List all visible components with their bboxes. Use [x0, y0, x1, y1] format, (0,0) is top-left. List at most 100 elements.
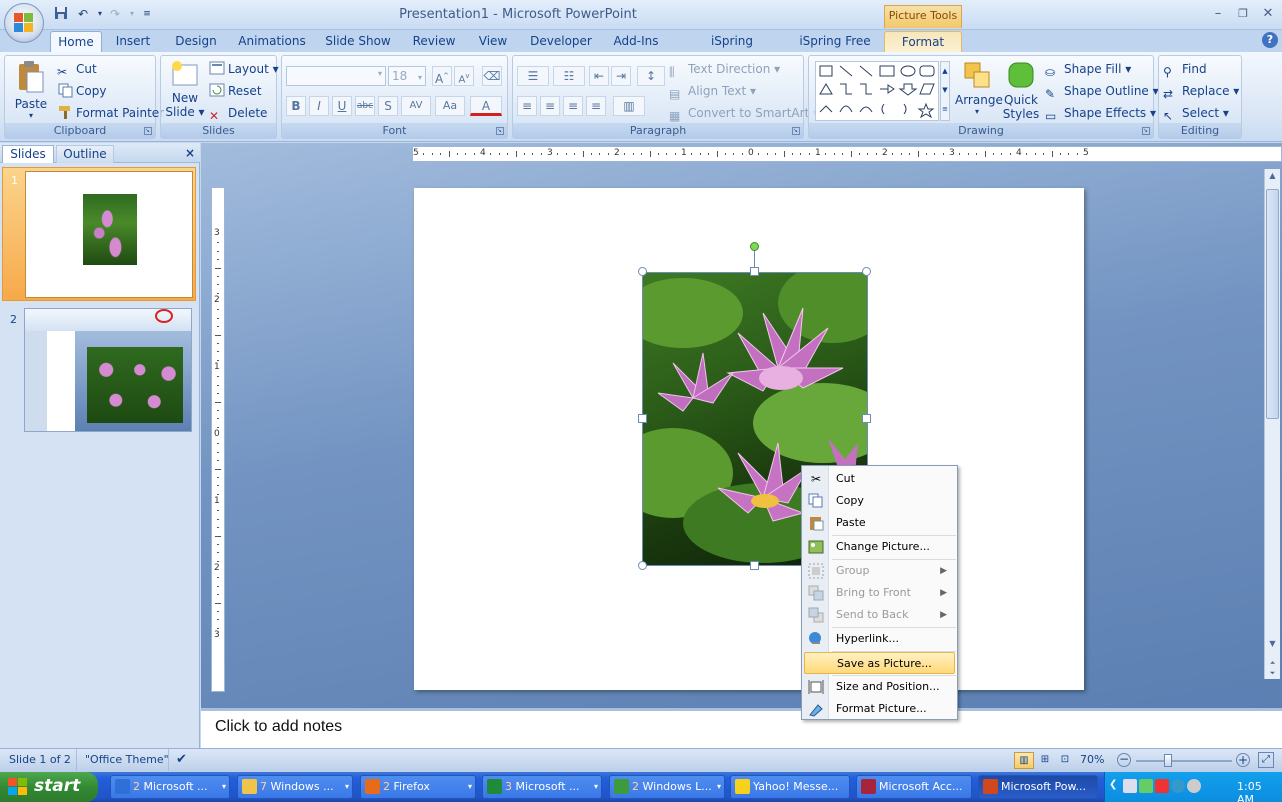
- zoom-slider[interactable]: [1136, 760, 1232, 762]
- slide-show-icon[interactable]: ⊡: [1056, 752, 1074, 769]
- taskbar-button[interactable]: 3 Microsoft ... ▾: [482, 775, 602, 799]
- resize-handle[interactable]: [862, 414, 871, 423]
- shadow-button[interactable]: S: [378, 96, 398, 116]
- drawing-launcher-icon[interactable]: ↘: [1142, 127, 1150, 135]
- columns-button[interactable]: ▥: [613, 96, 645, 116]
- resize-handle[interactable]: [638, 267, 647, 276]
- delete-button[interactable]: ✕ Delete: [209, 103, 267, 123]
- taskbar-button[interactable]: Microsoft Acc...: [856, 775, 972, 799]
- menu-item-copy[interactable]: Copy: [804, 490, 955, 512]
- close-pane-icon[interactable]: ×: [184, 145, 196, 163]
- text-direction-button[interactable]: ⫼ Text Direction ▾: [669, 59, 780, 79]
- theme-name[interactable]: "Office Theme": [85, 753, 169, 766]
- tray-expand-icon[interactable]: ❮: [1109, 779, 1117, 790]
- shape-effects-button[interactable]: ▭ Shape Effects ▾: [1045, 103, 1156, 123]
- line-spacing-button[interactable]: ↕: [637, 66, 665, 86]
- vertical-scrollbar[interactable]: ▲ ▼ ⏶ ⏷: [1264, 169, 1280, 679]
- format-painter-button[interactable]: Format Painter: [57, 103, 164, 123]
- tab-add-ins[interactable]: Add-Ins: [608, 31, 664, 52]
- start-button[interactable]: start: [0, 772, 98, 802]
- taskbar-button[interactable]: Microsoft Pow...: [978, 775, 1098, 799]
- new-slide-button[interactable]: New Slide ▾: [165, 60, 205, 122]
- clock[interactable]: 1:05 AM: [1237, 780, 1282, 802]
- previous-slide-icon[interactable]: ⏶: [1266, 659, 1279, 669]
- resize-handle[interactable]: [750, 267, 759, 276]
- normal-view-icon[interactable]: ▥: [1014, 752, 1034, 769]
- reset-button[interactable]: Reset: [209, 81, 262, 101]
- tab-ispring-free[interactable]: iSpring Free: [798, 31, 872, 52]
- layout-button[interactable]: Layout ▾: [209, 59, 279, 79]
- antivirus-icon[interactable]: [1155, 779, 1169, 793]
- menu-item-paste[interactable]: Paste: [804, 512, 955, 534]
- font-size-select[interactable]: 18 ▾: [388, 66, 426, 86]
- resize-handle[interactable]: [638, 414, 647, 423]
- tab-review[interactable]: Review: [408, 31, 460, 52]
- zoom-in-icon[interactable]: +: [1236, 753, 1250, 767]
- find-button[interactable]: ⚲ Find: [1163, 59, 1207, 79]
- vertical-ruler[interactable]: 3 2 1 0 1 2 3: [211, 187, 225, 692]
- tab-animations[interactable]: Animations: [236, 31, 308, 52]
- redo-icon[interactable]: ↷: [106, 6, 124, 22]
- cut-button[interactable]: ✂ Cut: [57, 59, 97, 79]
- font-launcher-icon[interactable]: ↘: [496, 127, 504, 135]
- select-button[interactable]: ↖ Select ▾: [1163, 103, 1229, 123]
- tab-slide-show[interactable]: Slide Show: [322, 31, 394, 52]
- resize-handle[interactable]: [638, 561, 647, 570]
- horizontal-ruler[interactable]: 5 4 3 2 1 0 1 2 3 4 5: [412, 146, 1282, 162]
- spell-check-icon[interactable]: ✔: [176, 752, 187, 767]
- help-icon[interactable]: ?: [1262, 32, 1278, 48]
- align-text-button[interactable]: ▤ Align Text ▾: [669, 81, 756, 101]
- scroll-down-icon[interactable]: ▼: [1266, 639, 1279, 653]
- taskbar-button[interactable]: Yahoo! Messe...: [730, 775, 850, 799]
- font-color-button[interactable]: A: [470, 96, 502, 116]
- undo-icon[interactable]: ↶: [74, 6, 92, 22]
- italic-button[interactable]: I: [309, 96, 329, 116]
- justify-button[interactable]: ≡: [586, 96, 606, 116]
- menu-item-group[interactable]: Group ▶: [804, 560, 955, 582]
- tab-design[interactable]: Design: [170, 31, 222, 52]
- menu-item-save-as-picture[interactable]: Save as Picture...: [804, 652, 955, 674]
- shapes-gallery[interactable]: [815, 61, 939, 121]
- tab-view[interactable]: View: [474, 31, 512, 52]
- scroll-thumb[interactable]: [1266, 189, 1279, 419]
- scroll-up-icon[interactable]: ▲: [1266, 171, 1279, 185]
- taskbar-button[interactable]: 2 Windows L... ▾: [609, 775, 725, 799]
- office-button[interactable]: [4, 3, 44, 43]
- copy-button[interactable]: Copy: [57, 81, 106, 101]
- minimize-icon[interactable]: –: [1207, 6, 1229, 22]
- zoom-slider-thumb[interactable]: [1164, 754, 1172, 767]
- align-center-button[interactable]: ≡: [540, 96, 560, 116]
- taskbar-button[interactable]: 2 Firefox ▾: [360, 775, 476, 799]
- restore-icon[interactable]: ❐: [1232, 6, 1254, 22]
- align-left-button[interactable]: ≡: [517, 96, 537, 116]
- replace-button[interactable]: ⇄ Replace ▾: [1163, 81, 1239, 101]
- save-icon[interactable]: [52, 6, 70, 22]
- menu-item-size-and-position[interactable]: Size and Position...: [804, 676, 955, 698]
- tab-home[interactable]: Home: [50, 31, 102, 52]
- menu-item-change-picture[interactable]: Change Picture...: [804, 536, 955, 558]
- close-icon[interactable]: ✕: [1257, 6, 1279, 22]
- font-name-select[interactable]: ▾: [286, 66, 386, 86]
- rotation-handle[interactable]: [750, 242, 759, 251]
- increase-indent-button[interactable]: ⇥: [611, 66, 631, 86]
- clipboard-launcher-icon[interactable]: ↘: [144, 127, 152, 135]
- underline-button[interactable]: U: [332, 96, 352, 116]
- notes-pane[interactable]: Click to add notes: [201, 708, 1282, 748]
- strikethrough-button[interactable]: abc: [355, 96, 375, 116]
- menu-item-format-picture[interactable]: Format Picture...: [804, 698, 955, 720]
- paste-button[interactable]: Paste ▾: [9, 60, 53, 122]
- tab-slides[interactable]: Slides: [2, 145, 54, 163]
- slide-sorter-icon[interactable]: ⊞: [1036, 752, 1054, 769]
- bold-button[interactable]: B: [286, 96, 306, 116]
- menu-item-hyperlink[interactable]: Hyperlink...: [804, 628, 955, 650]
- decrease-indent-button[interactable]: ⇤: [589, 66, 609, 86]
- tab-ispring-converter[interactable]: iSpring Converter: [680, 31, 784, 68]
- character-spacing-button[interactable]: AV: [401, 96, 431, 116]
- tab-format[interactable]: Format: [884, 31, 962, 52]
- volume-icon[interactable]: [1187, 779, 1201, 793]
- thumbnail-2[interactable]: 2: [2, 307, 196, 435]
- menu-item-cut[interactable]: ✂ Cut: [804, 468, 955, 490]
- slide-canvas[interactable]: [414, 188, 1084, 690]
- menu-item-bring-to-front[interactable]: Bring to Front ▶: [804, 582, 955, 604]
- tab-developer[interactable]: Developer: [526, 31, 596, 52]
